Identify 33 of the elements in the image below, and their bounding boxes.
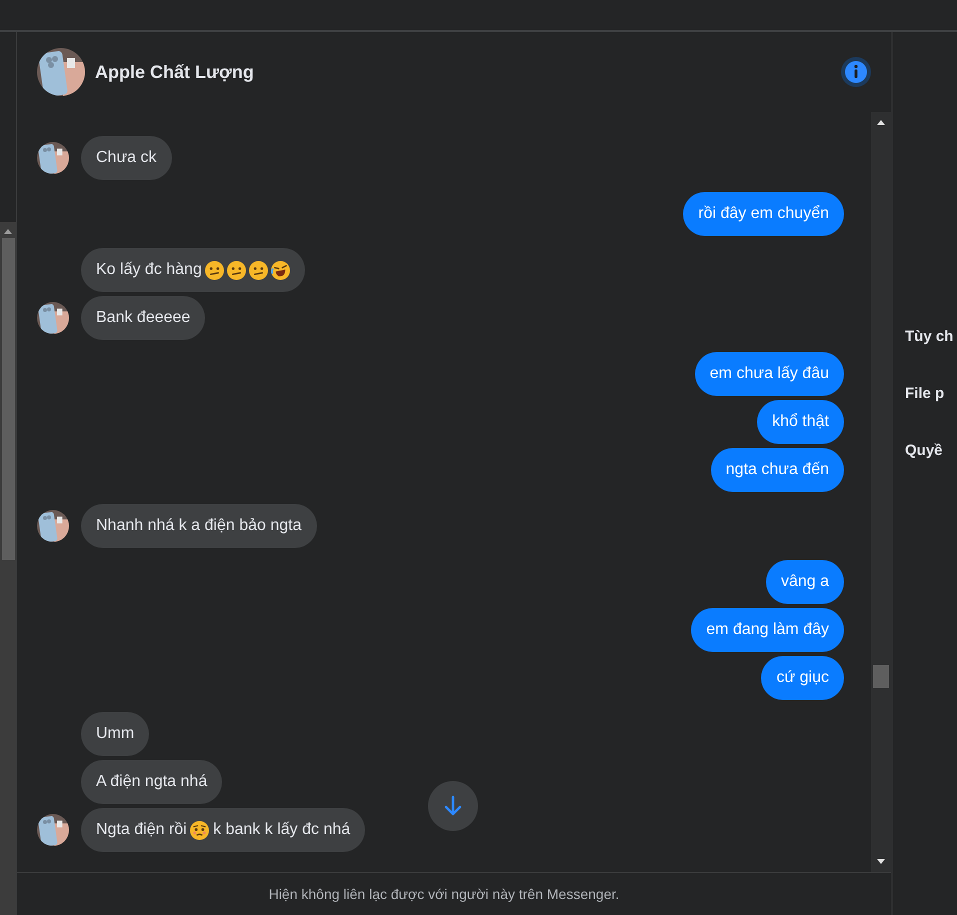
confused-face-icon [248,260,268,280]
menu-item[interactable]: Quyề [905,440,957,461]
message-bubble: Chưa ck [81,136,172,180]
confused-face-icon [226,260,246,280]
scroll-down-icon[interactable] [877,859,885,864]
scroll-down-button[interactable] [428,781,478,831]
footer-notice: Hiện không liên lạc được với người này trên Messenger. [268,886,620,902]
message-bubble: Nhanh nhá k a điện bảo ngta [81,504,316,548]
menu-item[interactable]: Tùy ch [905,326,957,347]
message-bubble: Bank đeeeee [81,296,206,340]
scrollbar[interactable] [0,222,16,915]
message-bubble: A điện ngta nhá [81,760,222,804]
message-bubble: em chưa lấy đâu [694,352,844,396]
message-bubble: Ko lấy đc hàng [81,248,305,292]
message-bubble: Ngta điện rồi k bank k lấy đc nhá [81,808,366,852]
message-bubble: Umm [81,712,150,756]
chat-title: Apple Chất Lượng [95,62,255,82]
message-bubble: em đang làm đây [691,608,844,652]
scrollbar[interactable] [871,112,891,872]
worried-face-icon [190,820,209,840]
laughing-face-icon [270,260,290,280]
message-bubble: vâng a [766,560,844,604]
message-bubble: cứ giục [761,656,844,700]
message-bubble: ngta chưa đến [710,448,844,492]
scrollbar-thumb[interactable] [2,238,14,560]
message-bubble: khổ thật [757,400,844,444]
message-bubble: rồi đây em chuyển [683,192,844,236]
scroll-up-icon[interactable] [877,120,885,125]
info-icon[interactable] [841,57,871,87]
menu-item[interactable]: File p [905,383,957,404]
scrollbar-thumb[interactable] [873,665,889,688]
confused-face-icon [204,260,224,280]
arrow-down-icon [443,795,463,817]
